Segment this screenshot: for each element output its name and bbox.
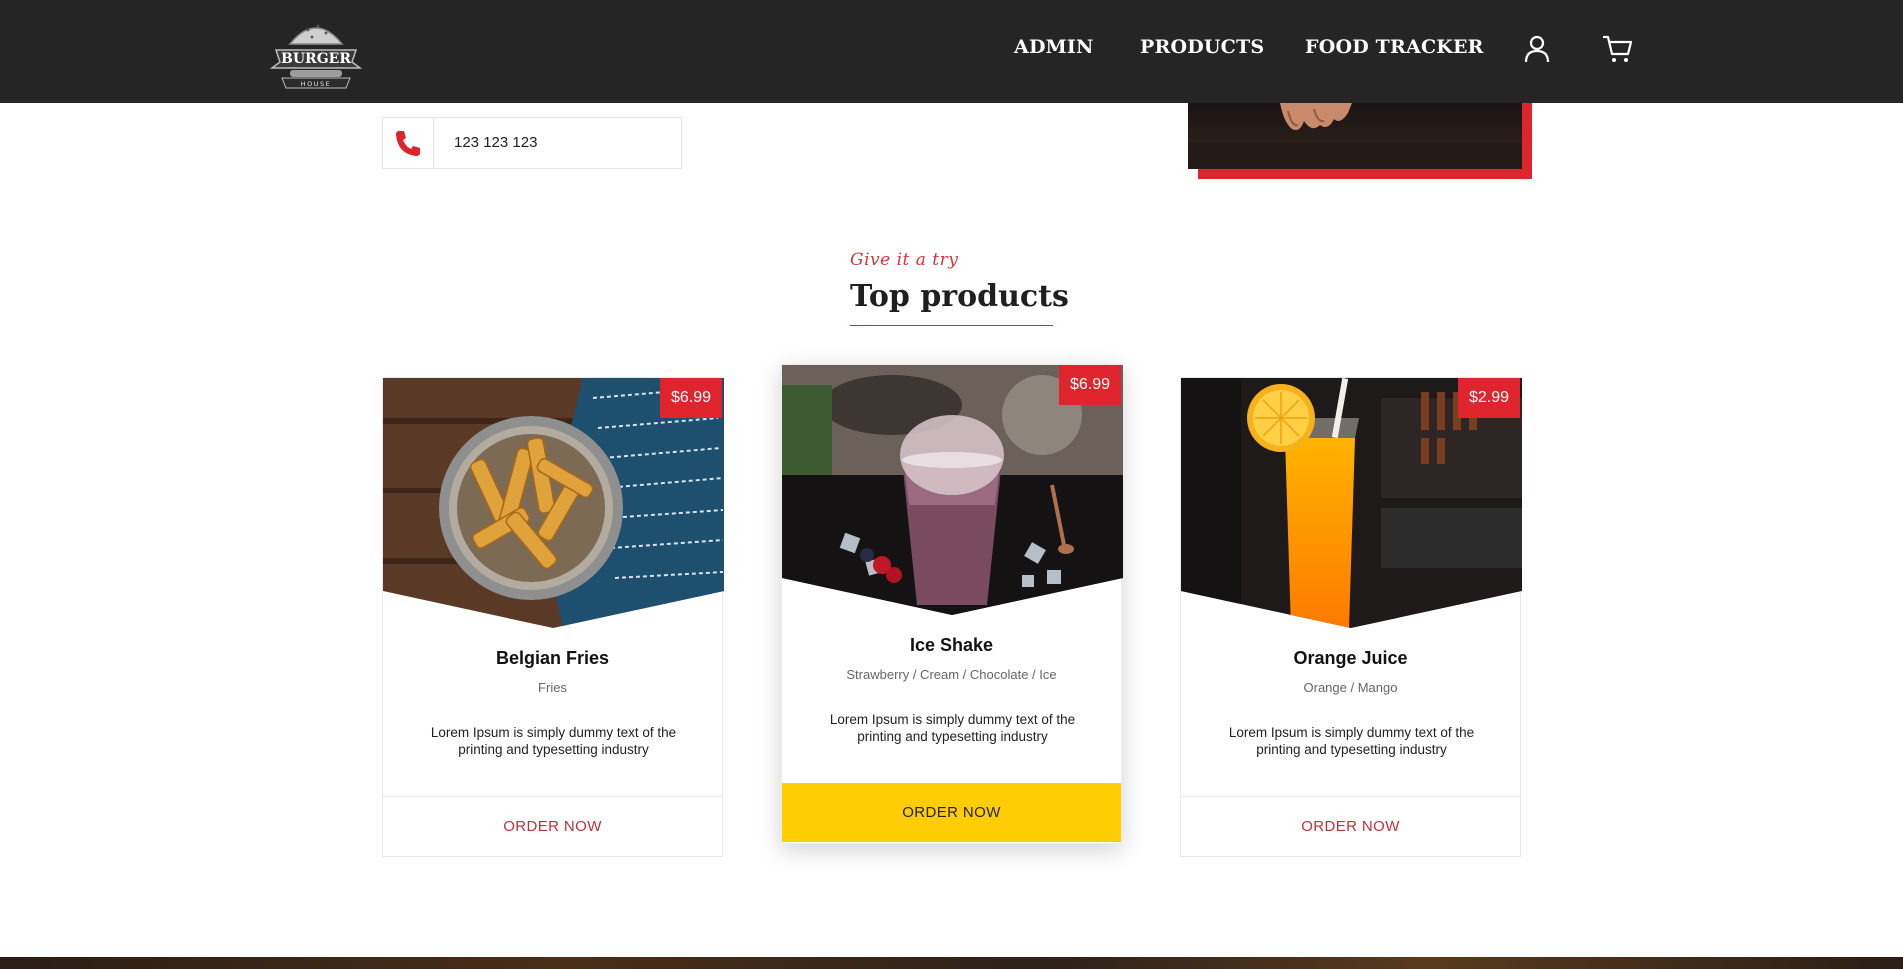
section-title: Top products xyxy=(850,279,1069,314)
phone-icon xyxy=(383,118,434,168)
section-kicker: Give it a try xyxy=(850,250,959,270)
order-now-button[interactable]: ORDER NOW xyxy=(782,783,1121,842)
product-subtitle: Orange / Mango xyxy=(1303,680,1398,695)
price-badge: $2.99 xyxy=(1457,378,1520,418)
order-now-button[interactable]: ORDER NOW xyxy=(383,797,722,856)
logo-text-house: HOUSE xyxy=(301,80,332,88)
product-name[interactable]: Belgian Fries xyxy=(383,648,722,669)
price-badge: $6.99 xyxy=(659,378,722,418)
product-subtitle: Fries xyxy=(538,680,567,695)
logo-text-burger: BURGER xyxy=(281,51,351,67)
hero-image xyxy=(1188,103,1522,169)
product-name[interactable]: Ice Shake xyxy=(782,635,1121,656)
product-subtitle: Strawberry / Cream / Chocolate / Ice xyxy=(846,667,1057,682)
cart-icon[interactable] xyxy=(1600,32,1634,66)
site-header: BURGER HOUSE ADMIN PRODUCTS FOOD TRACKER xyxy=(0,0,1903,103)
product-name[interactable]: Orange Juice xyxy=(1181,648,1520,669)
burger-house-logo[interactable]: BURGER HOUSE xyxy=(268,10,364,94)
title-underline xyxy=(850,325,1053,326)
product-card-orange-juice: $2.99 Orange Juice Orange / Mango Lorem … xyxy=(1180,377,1522,857)
product-description: Lorem Ipsum is simply dummy text of the … xyxy=(829,712,1076,744)
product-card-belgian-fries: $6.99 Belgian Fries Fries Lorem Ipsum is… xyxy=(382,377,724,857)
price-badge: $6.99 xyxy=(1058,365,1121,405)
nav-admin[interactable]: ADMIN xyxy=(1014,36,1094,58)
order-now-button[interactable]: ORDER NOW xyxy=(1181,797,1520,856)
nav-food-tracker[interactable]: FOOD TRACKER xyxy=(1305,36,1484,58)
product-description: Lorem Ipsum is simply dummy text of the … xyxy=(1228,725,1475,757)
footer-image-strip xyxy=(0,957,1903,969)
phone-contact-field: 123 123 123 xyxy=(382,117,682,169)
nav-products[interactable]: PRODUCTS xyxy=(1140,36,1264,58)
user-icon[interactable] xyxy=(1520,32,1554,66)
product-card-ice-shake: $6.99 Ice Shake Strawberry / Cream / Cho… xyxy=(781,364,1123,844)
phone-number: 123 123 123 xyxy=(454,134,538,151)
product-description: Lorem Ipsum is simply dummy text of the … xyxy=(430,725,677,757)
